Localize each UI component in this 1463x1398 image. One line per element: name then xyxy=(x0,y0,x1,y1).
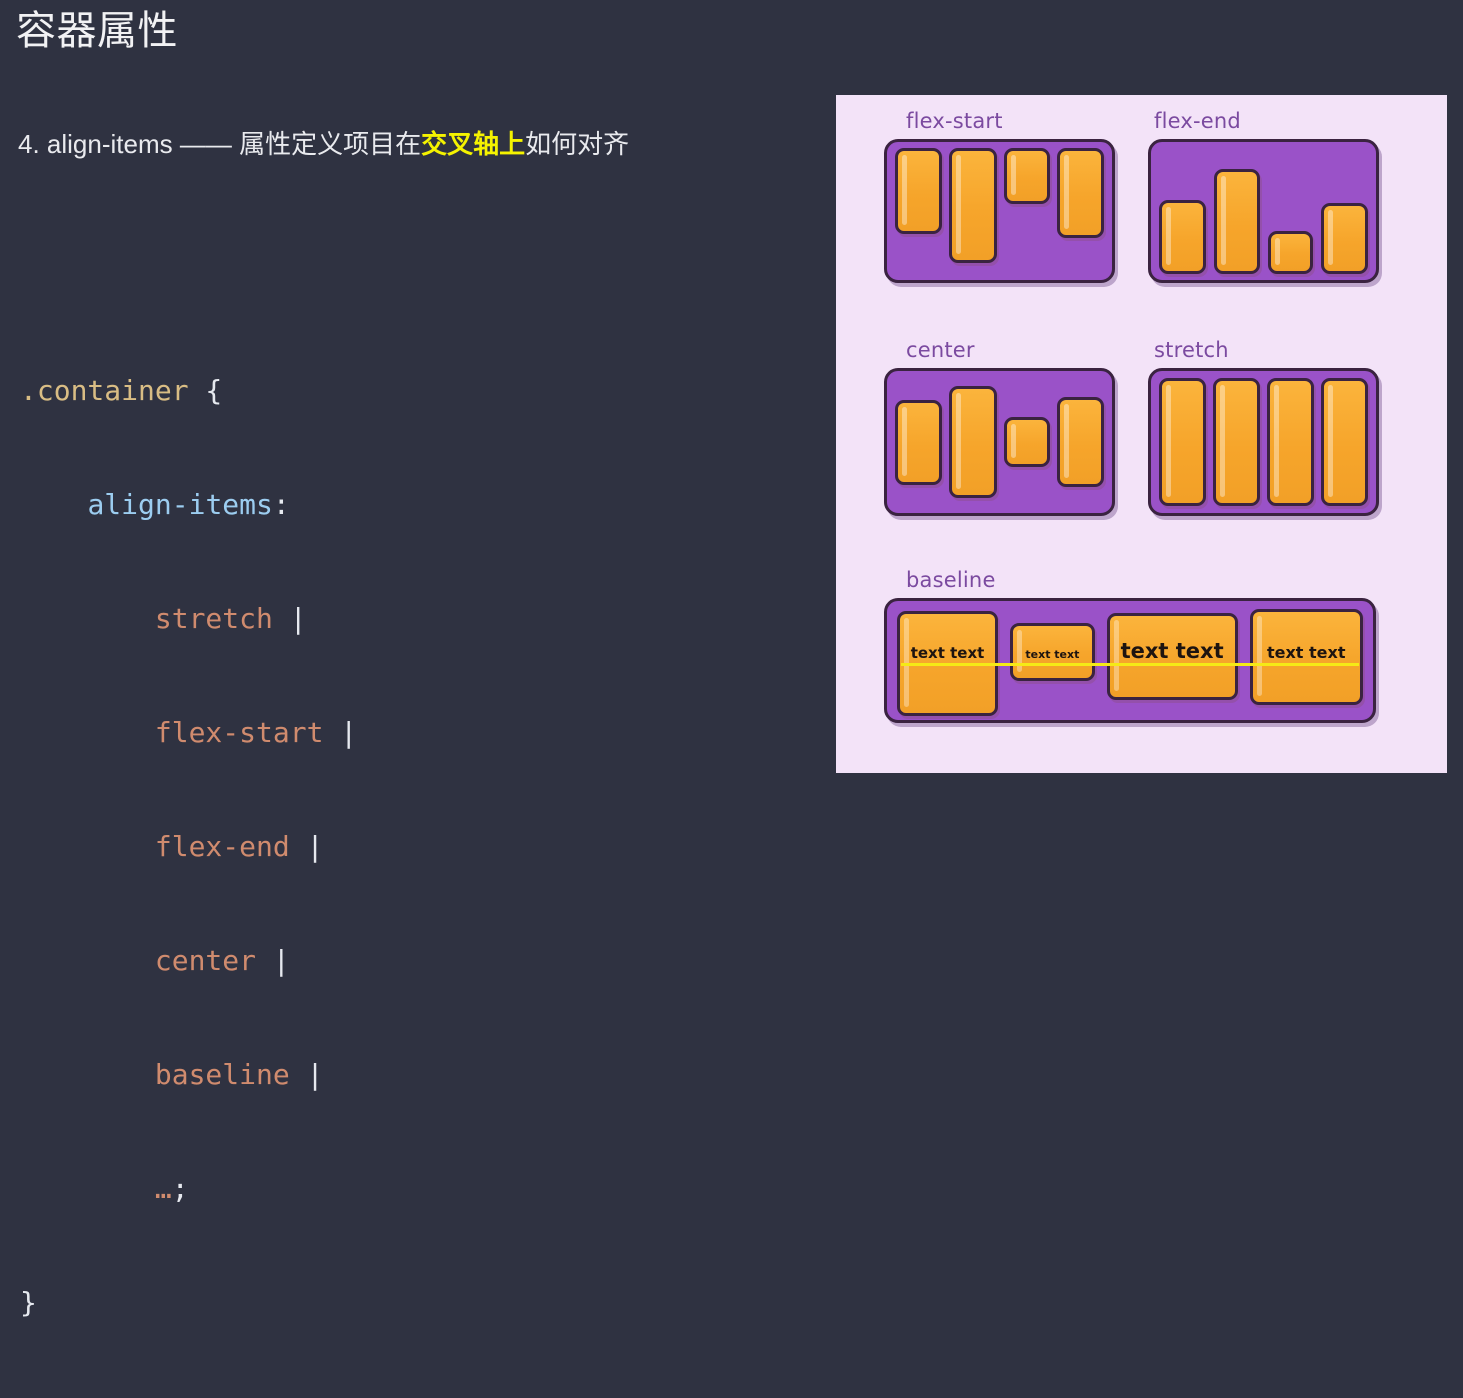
flex-item xyxy=(1056,148,1104,238)
code-block: .container { align-items: stretch | flex… xyxy=(20,296,357,1398)
flex-item xyxy=(1003,417,1050,467)
code-line-value-4: baseline | xyxy=(20,1056,357,1094)
align-items-illustration: flex-start flex-end center stretch basel… xyxy=(836,95,1447,773)
lead-suffix: 如何对齐 xyxy=(525,129,630,159)
flex-container-baseline: text text text text text text text text xyxy=(884,598,1376,723)
code-value-stretch: stretch xyxy=(154,602,273,635)
code-value-center: center xyxy=(154,944,257,977)
page-title: 容器属性 xyxy=(16,9,178,53)
flex-container-flex-end xyxy=(1148,139,1379,283)
code-pipe-2: | xyxy=(306,830,324,863)
flex-container-center xyxy=(884,368,1115,516)
code-value-flex-end: flex-end xyxy=(154,830,290,863)
code-line-value-0: stretch | xyxy=(20,600,357,638)
figure-cell-baseline: baseline text text text text text text t… xyxy=(884,568,1376,723)
code-colon: : xyxy=(272,488,290,521)
flex-item xyxy=(1056,397,1104,487)
lead-highlight: 交叉轴上 xyxy=(421,129,526,159)
code-value-flex-start: flex-start xyxy=(154,716,324,749)
code-ellipsis: … xyxy=(154,1172,172,1205)
code-pipe-4: | xyxy=(306,1058,324,1091)
cell-label-flex-end: flex-end xyxy=(1154,109,1241,133)
code-open-brace: { xyxy=(188,374,223,407)
code-pipe-3: | xyxy=(272,944,290,977)
flex-item xyxy=(949,386,997,498)
flex-item xyxy=(1213,378,1260,506)
code-line-value-2: flex-end | xyxy=(20,828,357,866)
flex-container-flex-start xyxy=(884,139,1115,283)
cell-label-stretch: stretch xyxy=(1154,338,1229,362)
code-line-close-brace: } xyxy=(20,1284,357,1322)
cell-label-baseline: baseline xyxy=(906,568,996,592)
flex-item xyxy=(1321,203,1368,274)
cell-label-flex-start: flex-start xyxy=(906,109,1003,133)
flex-item xyxy=(1003,148,1050,204)
flex-item xyxy=(1321,378,1368,506)
flex-item-text: text text xyxy=(1106,613,1238,700)
lead-text-line: 4. align-items —— 属性定义项目在交叉轴上如何对齐 xyxy=(18,125,629,164)
code-close-brace: } xyxy=(20,1286,37,1319)
flex-item-text: text text xyxy=(1010,623,1095,681)
flex-container-stretch xyxy=(1148,368,1379,516)
slide-root: 容器属性 4. align-items —— 属性定义项目在交叉轴上如何对齐 .… xyxy=(0,0,1463,1319)
code-property: align-items xyxy=(87,488,273,521)
flex-item xyxy=(1159,200,1206,274)
code-semicolon: ; xyxy=(171,1172,189,1205)
flex-item xyxy=(1159,378,1206,506)
flex-item xyxy=(949,148,997,263)
figure-cell-flex-start: flex-start xyxy=(884,109,1115,283)
code-line-value-1: flex-start | xyxy=(20,714,357,752)
flex-item xyxy=(1213,169,1261,274)
code-value-baseline: baseline xyxy=(154,1058,290,1091)
code-line-ellipsis: …; xyxy=(20,1170,357,1208)
code-pipe-1: | xyxy=(340,716,358,749)
code-line-selector: .container { xyxy=(20,372,357,410)
figure-cell-stretch: stretch xyxy=(1148,338,1379,516)
flex-item xyxy=(895,148,943,234)
flex-item-text: text text xyxy=(897,611,999,716)
code-line-value-3: center | xyxy=(20,942,357,980)
figure-cell-center: center xyxy=(884,338,1115,516)
flex-item xyxy=(1267,378,1314,506)
lead-prefix: 4. align-items —— 属性定义项目在 xyxy=(18,129,422,159)
code-selector: .container xyxy=(20,374,189,407)
cell-label-center: center xyxy=(906,338,975,362)
figure-cell-flex-end: flex-end xyxy=(1148,109,1379,283)
code-line-property: align-items: xyxy=(20,486,357,524)
flex-item xyxy=(895,399,943,485)
flex-item-text: text text xyxy=(1249,609,1363,705)
code-pipe-0: | xyxy=(289,602,307,635)
flex-item xyxy=(1268,231,1314,274)
